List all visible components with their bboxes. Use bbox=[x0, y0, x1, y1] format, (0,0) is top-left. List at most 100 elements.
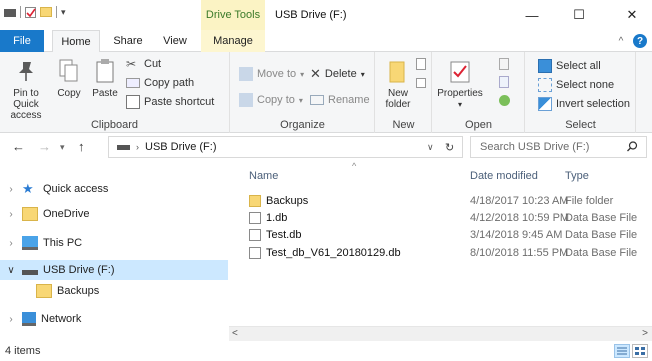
select-all-button[interactable]: Select all bbox=[538, 58, 601, 74]
address-dropdown-icon[interactable]: ∨ bbox=[427, 142, 434, 153]
nav-label: Network bbox=[41, 313, 82, 325]
pin-icon bbox=[12, 56, 40, 86]
file-row-test-db-v61[interactable]: Test_db_V61_20180129.db 8/10/2018 11:55 … bbox=[229, 244, 652, 262]
drive-icon bbox=[117, 144, 130, 150]
search-input[interactable]: Search USB Drive (F:) bbox=[470, 136, 647, 158]
qat-separator bbox=[20, 6, 21, 18]
expand-chevron-icon[interactable]: › bbox=[0, 314, 22, 325]
paste-icon bbox=[91, 56, 119, 86]
forward-arrow-icon[interactable]: → bbox=[38, 139, 51, 154]
delete-x-icon: ✕ bbox=[310, 66, 321, 81]
minimize-button[interactable]: — bbox=[512, 0, 552, 30]
open-icon[interactable] bbox=[499, 58, 509, 70]
file-date: 4/12/2018 10:59 PM bbox=[470, 212, 570, 224]
tab-view[interactable]: View bbox=[156, 30, 194, 52]
close-button[interactable]: ✕ bbox=[612, 0, 652, 30]
breadcrumb-separator-icon[interactable]: › bbox=[136, 142, 139, 152]
new-folder-qat-icon[interactable] bbox=[40, 7, 52, 17]
large-icons-view-icon[interactable] bbox=[632, 344, 648, 358]
move-to-label: Move to bbox=[257, 68, 297, 80]
file-date: 4/18/2017 10:23 AM bbox=[470, 195, 569, 207]
qat-customize-icon[interactable]: ▾ bbox=[61, 7, 66, 18]
select-none-button[interactable]: Select none bbox=[538, 77, 614, 93]
rename-button[interactable]: Rename bbox=[310, 92, 370, 108]
nav-item-quick-access[interactable]: › ★ Quick access bbox=[0, 179, 228, 199]
dropdown-arrow-icon: ▾ bbox=[457, 100, 462, 109]
copy-path-label: Copy path bbox=[144, 77, 195, 89]
scroll-right-icon[interactable]: > bbox=[642, 328, 648, 339]
file-name: Test.db bbox=[266, 229, 302, 241]
search-placeholder: Search USB Drive (F:) bbox=[480, 141, 590, 153]
cut-button[interactable]: ✂ Cut bbox=[126, 56, 161, 72]
file-row-test-db[interactable]: Test.db 3/14/2018 9:45 AM Data Base File bbox=[229, 226, 652, 244]
open-group: Properties ▾ Open bbox=[433, 52, 525, 133]
horizontal-scrollbar[interactable]: < > bbox=[229, 326, 652, 341]
address-box[interactable]: › USB Drive (F:) ∨ ↻ bbox=[108, 136, 463, 158]
breadcrumb-usb-drive[interactable]: USB Drive (F:) bbox=[145, 141, 217, 153]
file-row-1-db[interactable]: 1.db 4/12/2018 10:59 PM Data Base File bbox=[229, 209, 652, 227]
dropdown-arrow-icon: ▾ bbox=[300, 69, 305, 79]
drive-tools-context-tab: Drive Tools bbox=[201, 0, 265, 30]
maximize-button[interactable]: ☐ bbox=[559, 0, 599, 30]
quick-access-toolbar: ▾ bbox=[4, 6, 66, 18]
edit-icon[interactable] bbox=[499, 76, 509, 88]
help-button[interactable]: ? bbox=[633, 34, 647, 48]
organize-group-label: Organize bbox=[280, 119, 325, 131]
details-view-icon[interactable] bbox=[614, 344, 630, 358]
invert-selection-button[interactable]: Invert selection bbox=[538, 96, 630, 112]
expand-chevron-icon[interactable]: › bbox=[0, 184, 22, 195]
dropdown-arrow-icon: ▾ bbox=[360, 69, 365, 79]
column-header-date[interactable]: Date modified bbox=[470, 170, 538, 182]
column-header-type[interactable]: Type bbox=[565, 170, 589, 182]
refresh-icon[interactable]: ↻ bbox=[445, 141, 454, 154]
nav-label: USB Drive (F:) bbox=[43, 264, 115, 276]
status-bar: 4 items bbox=[0, 341, 652, 361]
new-group-label: New bbox=[392, 119, 415, 131]
move-to-icon bbox=[239, 67, 253, 81]
nav-item-onedrive[interactable]: › OneDrive bbox=[0, 204, 228, 224]
window-icon[interactable] bbox=[4, 9, 16, 17]
paste-label: Paste bbox=[92, 88, 118, 99]
nav-item-network[interactable]: › Network bbox=[0, 309, 228, 329]
paste-button[interactable]: Paste bbox=[88, 56, 122, 99]
recent-locations-icon[interactable]: ▾ bbox=[60, 142, 65, 153]
search-icon bbox=[627, 141, 638, 155]
pin-quick-access-button[interactable]: Pin to Quick access bbox=[6, 56, 46, 121]
new-item-icon[interactable] bbox=[416, 58, 426, 70]
rename-icon bbox=[310, 95, 324, 105]
select-group: Select all Select none Invert selection … bbox=[526, 52, 636, 133]
tab-home[interactable]: Home bbox=[52, 30, 100, 53]
tab-manage[interactable]: Manage bbox=[201, 30, 265, 52]
copy-to-icon bbox=[239, 93, 253, 107]
properties-button[interactable]: Properties ▾ bbox=[437, 56, 483, 110]
delete-button[interactable]: ✕ Delete ▾ bbox=[310, 66, 365, 82]
file-row-backups[interactable]: Backups 4/18/2017 10:23 AM File folder bbox=[229, 192, 652, 210]
column-header-name[interactable]: Name bbox=[249, 170, 278, 182]
tab-share[interactable]: Share bbox=[108, 30, 148, 52]
up-arrow-icon[interactable]: ↑ bbox=[78, 139, 85, 154]
history-icon[interactable] bbox=[499, 95, 510, 106]
copy-button[interactable]: Copy bbox=[52, 56, 86, 99]
nav-item-this-pc[interactable]: › This PC bbox=[0, 233, 228, 253]
file-name: 1.db bbox=[266, 212, 288, 224]
folder-icon bbox=[22, 207, 38, 221]
scroll-left-icon[interactable]: < bbox=[232, 328, 238, 339]
copy-to-button[interactable]: Copy to ▾ bbox=[239, 92, 303, 108]
expand-chevron-icon[interactable]: › bbox=[0, 209, 22, 220]
properties-check-icon[interactable] bbox=[25, 6, 36, 18]
collapse-ribbon-button[interactable]: ^ bbox=[614, 30, 628, 52]
paste-shortcut-icon bbox=[126, 95, 140, 109]
expand-chevron-icon[interactable]: › bbox=[0, 238, 22, 249]
move-to-button[interactable]: Move to ▾ bbox=[239, 66, 304, 82]
folder-icon bbox=[249, 195, 261, 207]
paste-shortcut-button[interactable]: Paste shortcut bbox=[126, 94, 214, 110]
back-arrow-icon[interactable]: ← bbox=[12, 139, 25, 154]
nav-item-usb-drive[interactable]: ∨ USB Drive (F:) bbox=[0, 260, 228, 280]
copy-path-button[interactable]: Copy path bbox=[126, 75, 194, 91]
nav-item-backups[interactable]: Backups bbox=[0, 281, 228, 301]
new-folder-button[interactable]: New folder bbox=[382, 56, 414, 110]
collapse-chevron-icon[interactable]: ∨ bbox=[0, 265, 22, 276]
easy-access-icon[interactable] bbox=[416, 78, 426, 88]
navigation-pane: › ★ Quick access › OneDrive › This PC ∨ … bbox=[0, 161, 228, 341]
tab-file[interactable]: File bbox=[0, 30, 44, 52]
